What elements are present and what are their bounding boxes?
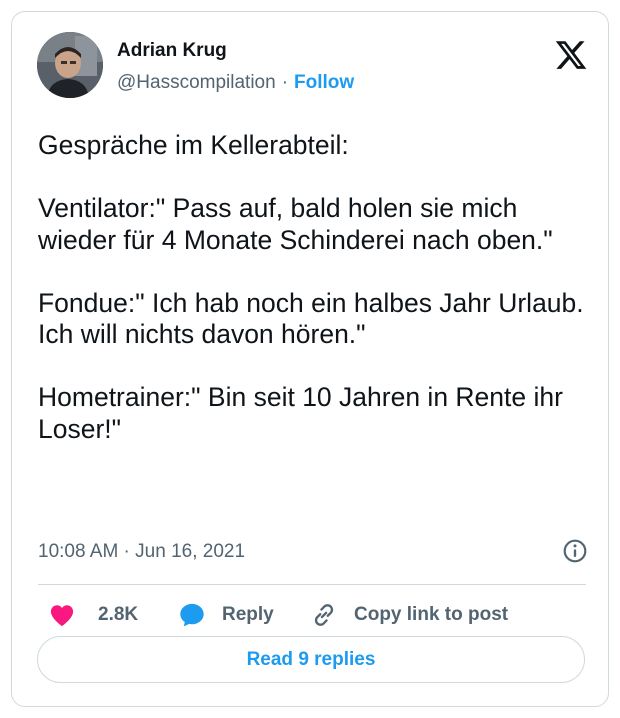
post-header: Adrian Krug @Hasscompilation · Follow: [12, 12, 608, 112]
avatar-photo: [37, 32, 103, 98]
post-paragraph: Hometrainer:" Bin seit 10 Jahren in Rent…: [38, 382, 571, 444]
post-text: Gespräche im Kellerabteil: Ventilator:" …: [38, 130, 598, 445]
separator-dot: ·: [281, 72, 289, 93]
post-actions: 2.8K Reply Copy link to post: [38, 597, 598, 633]
author-handle-row: @Hasscompilation · Follow: [117, 72, 354, 94]
copy-link-label: Copy link to post: [354, 604, 509, 625]
reply-button[interactable]: Reply: [178, 597, 274, 633]
follow-button[interactable]: Follow: [294, 72, 354, 93]
reply-label: Reply: [222, 604, 274, 625]
like-count: 2.8K: [98, 604, 139, 625]
info-icon[interactable]: [562, 538, 588, 564]
post-timestamp[interactable]: 10:08 AM · Jun 16, 2021: [38, 541, 245, 563]
divider: [38, 584, 586, 585]
heart-icon: [50, 605, 74, 627]
author-handle[interactable]: @Hasscompilation: [117, 72, 276, 93]
copy-link-button[interactable]: Copy link to post: [310, 597, 508, 633]
link-icon: [314, 604, 334, 626]
speech-bubble-icon: [180, 603, 204, 627]
post-paragraph: Gespräche im Kellerabteil:: [38, 130, 349, 160]
like-button[interactable]: 2.8K: [48, 597, 138, 633]
avatar[interactable]: [37, 32, 103, 98]
x-logo-icon[interactable]: [554, 38, 588, 72]
post-paragraph: Fondue:" Ich hab noch ein halbes Jahr Ur…: [38, 287, 592, 350]
read-replies-button[interactable]: Read 9 replies: [37, 636, 585, 683]
author-name[interactable]: Adrian Krug: [117, 40, 227, 62]
embedded-post-card: Adrian Krug @Hasscompilation · Follow Gesp…: [11, 11, 609, 707]
post-meta: 10:08 AM · Jun 16, 2021: [38, 536, 588, 566]
post-paragraph: Ventilator:" Pass auf, bald holen sie mi…: [38, 193, 553, 255]
